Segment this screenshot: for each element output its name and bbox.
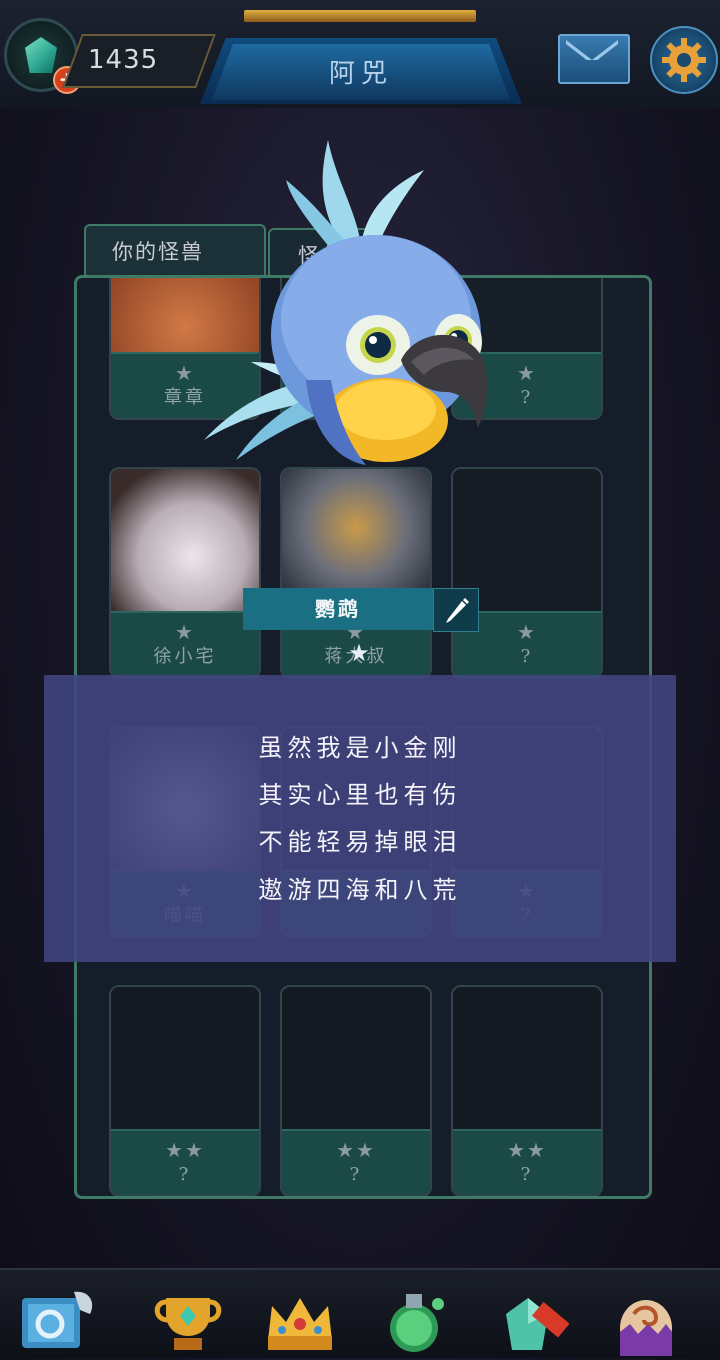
pet-name: 鹦鹉 bbox=[315, 597, 361, 621]
monster-portrait bbox=[111, 987, 259, 1133]
card-footer: ★ 徐小宅 bbox=[111, 611, 259, 677]
edit-name-button[interactable] bbox=[433, 588, 479, 632]
card-name: 徐小宅 bbox=[153, 646, 217, 667]
shop-sale-icon[interactable] bbox=[486, 1284, 570, 1356]
card-stars: ★★ bbox=[165, 1138, 205, 1162]
monster-card[interactable]: ★★ ? bbox=[280, 985, 432, 1196]
card-stars: ★★ bbox=[336, 1138, 376, 1162]
monster-card[interactable]: ★★ ? bbox=[451, 985, 603, 1196]
card-stars: ★★ bbox=[507, 1138, 547, 1162]
edit-icon bbox=[446, 598, 469, 623]
currency-count: 1435 bbox=[88, 45, 159, 75]
pet-star-rating: ★ bbox=[348, 639, 370, 667]
card-footer: ★★ ? bbox=[282, 1129, 430, 1195]
monster-card[interactable]: ★ 徐小宅 bbox=[109, 467, 261, 679]
page-title: 阿兕 bbox=[328, 59, 393, 89]
title-ornament bbox=[244, 10, 476, 22]
card-footer: ★★ ? bbox=[453, 1129, 601, 1195]
potion-icon[interactable] bbox=[372, 1284, 456, 1356]
card-stars: ★ bbox=[175, 620, 195, 644]
mail-icon[interactable] bbox=[558, 34, 630, 84]
gear-icon[interactable] bbox=[650, 26, 718, 94]
gem-icon bbox=[25, 37, 57, 73]
card-name: ? bbox=[520, 1164, 534, 1185]
poem-line: 不能轻易掉眼泪 bbox=[258, 828, 462, 856]
card-name: ? bbox=[178, 1164, 192, 1185]
trophy-icon[interactable] bbox=[146, 1284, 230, 1356]
pet-description-overlay: 虽然我是小金刚 其实心里也有伤 不能轻易掉眼泪 遨游四海和八荒 bbox=[44, 675, 676, 962]
poem-line: 其实心里也有伤 bbox=[258, 781, 462, 809]
monster-card[interactable]: ★ ? bbox=[451, 467, 603, 679]
crown-icon[interactable] bbox=[258, 1284, 342, 1356]
monster-portrait bbox=[282, 987, 430, 1133]
parrot-pet-image[interactable] bbox=[196, 130, 496, 480]
card-name: ? bbox=[349, 1164, 363, 1185]
monster-portrait bbox=[453, 987, 601, 1133]
monster-card[interactable]: ★★ ? bbox=[109, 985, 261, 1196]
card-footer: ★★ ? bbox=[111, 1129, 259, 1195]
book-icon[interactable] bbox=[14, 1284, 98, 1356]
card-name: ? bbox=[520, 646, 534, 667]
monster-portrait bbox=[111, 469, 259, 615]
poem-line: 虽然我是小金刚 bbox=[258, 734, 462, 762]
poem-line: 遨游四海和八荒 bbox=[258, 876, 462, 904]
egg-icon[interactable] bbox=[604, 1284, 688, 1356]
